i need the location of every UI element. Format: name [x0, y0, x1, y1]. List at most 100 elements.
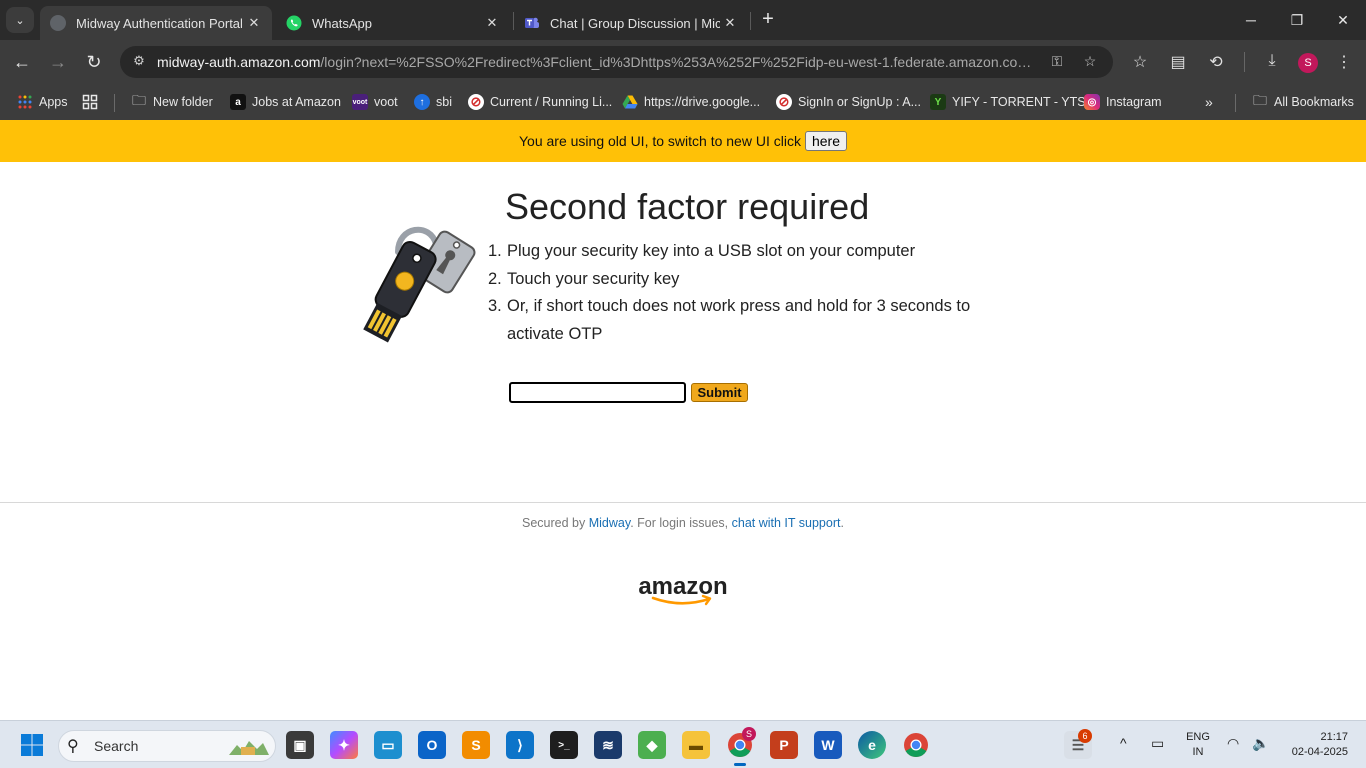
- bookmark-separator: [1235, 94, 1236, 112]
- word-icon[interactable]: W: [814, 731, 842, 759]
- instruction-list: 1. Plug your security key into a USB slo…: [488, 238, 1028, 348]
- step-text: Touch your security key: [507, 269, 680, 288]
- wifi-icon[interactable]: ◠: [1227, 735, 1239, 752]
- forward-button[interactable]: →: [44, 48, 72, 76]
- bookmark-new-folder[interactable]: 🗀 New folder: [131, 92, 213, 112]
- chevron-up-icon[interactable]: ^: [1120, 735, 1127, 751]
- bookmark-yify[interactable]: Y YIFY - TORRENT - YTS: [930, 92, 1086, 112]
- bookmarks-bar: Apps 🗀 New folder a Jobs at Amazon voot …: [0, 84, 1366, 120]
- yify-icon: Y: [930, 94, 946, 110]
- taskbar-search[interactable]: ⚲ Search: [58, 730, 276, 762]
- windows-start-icon[interactable]: [20, 733, 44, 757]
- address-bar[interactable]: ⚙ midway-auth.amazon.com/login?next=%2FS…: [120, 46, 1113, 78]
- step-number: 2.: [488, 269, 502, 288]
- key-icon[interactable]: ⚿: [1047, 53, 1067, 73]
- otp-input[interactable]: [509, 382, 686, 403]
- bookmark-jobs-amazon[interactable]: a Jobs at Amazon: [230, 92, 341, 112]
- amazon-logo: amazon: [635, 573, 731, 608]
- bookmark-apps[interactable]: Apps: [17, 92, 68, 112]
- site-settings-icon[interactable]: ⚙: [130, 53, 148, 71]
- minimize-button[interactable]: ─: [1228, 0, 1274, 40]
- tab-whatsapp[interactable]: WhatsApp ✕: [276, 6, 510, 40]
- bookmark-label: sbi: [436, 95, 452, 109]
- bookmark-google-drive[interactable]: https://drive.google...: [622, 92, 760, 112]
- reload-button[interactable]: ↻: [80, 48, 108, 76]
- cube-app-icon[interactable]: ◆: [638, 731, 666, 759]
- search-icon: ⚲: [67, 738, 79, 755]
- tab-title: Chat | Group Discussion | Microsoft Team…: [550, 15, 720, 31]
- language-indicator[interactable]: ENG IN: [1184, 730, 1212, 760]
- clock-date: 02-04-2025: [1291, 746, 1348, 758]
- task-view-icon[interactable]: ▣: [286, 731, 314, 759]
- network-app-icon[interactable]: ≋: [594, 731, 622, 759]
- apps-grid-icon: [17, 94, 33, 110]
- midway-link[interactable]: Midway: [589, 516, 630, 530]
- tab-groups-icon: [82, 94, 98, 110]
- reload-icon: ↻: [86, 51, 102, 72]
- bookmark-label: https://drive.google...: [644, 95, 761, 109]
- step-text: Plug your security key into a USB slot o…: [507, 242, 916, 260]
- step-text: Or, if short touch does not work press a…: [507, 297, 971, 343]
- close-icon[interactable]: ✕: [482, 15, 502, 31]
- reading-list-icon[interactable]: ▤: [1167, 52, 1189, 74]
- footer-prefix: Secured by: [522, 516, 589, 530]
- close-icon[interactable]: ✕: [720, 15, 740, 31]
- close-icon[interactable]: ✕: [244, 15, 264, 31]
- download-icon[interactable]: ⤓: [1261, 52, 1283, 74]
- step-number: 3.: [488, 297, 502, 315]
- globe-icon: [50, 15, 66, 31]
- switch-ui-button[interactable]: here: [804, 131, 847, 151]
- bookmark-star-icon[interactable]: ☆: [1080, 53, 1100, 73]
- blocked-icon: ⊘: [468, 94, 484, 110]
- edge-icon[interactable]: e: [858, 731, 886, 759]
- footer-suffix: .: [840, 516, 844, 530]
- folder-icon: 🗀: [1253, 92, 1267, 108]
- tab-teams[interactable]: Chat | Group Discussion | Microsoft Team…: [514, 6, 748, 40]
- chrome-profile-badge: S: [742, 727, 756, 741]
- url-text[interactable]: midway-auth.amazon.com/login?next=%2FSSO…: [157, 54, 1037, 70]
- instruction-step: 2. Touch your security key: [488, 266, 1028, 294]
- history-icon[interactable]: ⟲: [1205, 52, 1227, 74]
- vscode-icon[interactable]: ⟩: [506, 731, 534, 759]
- remote-desktop-icon[interactable]: ▭: [374, 731, 402, 759]
- bookmark-separator: [114, 94, 115, 112]
- taskbar-search-label: Search: [94, 738, 139, 754]
- tab-midway[interactable]: Midway Authentication Portal ✕: [40, 6, 272, 40]
- terminal-icon[interactable]: >_: [550, 731, 578, 759]
- bookmark-label: Instagram: [1106, 95, 1162, 109]
- it-support-link[interactable]: chat with IT support: [732, 516, 841, 530]
- file-explorer-icon[interactable]: ▬: [682, 731, 710, 759]
- sublime-text-icon[interactable]: S: [462, 731, 490, 759]
- notification-badge: 6: [1078, 729, 1092, 743]
- forward-arrow-icon: →: [49, 51, 67, 72]
- windows-taskbar: ⚲ Search ▣ ✦ ▭ O S ⟩ >_ ≋ ◆ ▬ S P W e ☰ …: [0, 720, 1366, 768]
- chrome-secondary-icon[interactable]: [902, 731, 930, 759]
- profile-avatar[interactable]: S: [1298, 53, 1318, 73]
- bookmarks-star-icon[interactable]: ☆: [1129, 52, 1151, 74]
- bookmark-instagram[interactable]: ◎ Instagram: [1084, 92, 1162, 112]
- footer-middle: . For login issues,: [630, 516, 732, 530]
- restore-button[interactable]: ❐: [1274, 0, 1320, 40]
- language-code: ENG: [1186, 731, 1210, 743]
- tab-search-button[interactable]: ⌄: [6, 7, 34, 33]
- whatsapp-icon: [286, 15, 302, 31]
- bookmark-voot[interactable]: voot voot: [352, 92, 398, 112]
- volume-icon[interactable]: 🔈: [1252, 735, 1269, 752]
- bookmarks-overflow-button[interactable]: »: [1205, 92, 1213, 112]
- bookmark-sbi[interactable]: ↑ sbi: [414, 92, 452, 112]
- tab-strip: ⌄ Midway Authentication Portal ✕ WhatsAp…: [0, 0, 1366, 40]
- bookmark-signin[interactable]: ⊘ SignIn or SignUp : A...: [776, 92, 921, 112]
- bookmark-current-running[interactable]: ⊘ Current / Running Li...: [468, 92, 612, 112]
- submit-button[interactable]: Submit: [691, 383, 748, 402]
- close-window-button[interactable]: ✕: [1320, 0, 1366, 40]
- bookmark-tab-groups[interactable]: [82, 92, 104, 112]
- back-button[interactable]: ←: [8, 48, 36, 76]
- all-bookmarks-button[interactable]: 🗀 All Bookmarks: [1252, 92, 1354, 112]
- system-clock[interactable]: 21:17 02-04-2025: [1280, 730, 1348, 760]
- outlook-icon[interactable]: O: [418, 731, 446, 759]
- powerpoint-icon[interactable]: P: [770, 731, 798, 759]
- tablet-mode-icon[interactable]: ▭: [1151, 735, 1164, 752]
- new-tab-button[interactable]: +: [756, 8, 780, 32]
- menu-kebab-icon[interactable]: ⋮: [1333, 52, 1355, 74]
- copilot-icon[interactable]: ✦: [330, 731, 358, 759]
